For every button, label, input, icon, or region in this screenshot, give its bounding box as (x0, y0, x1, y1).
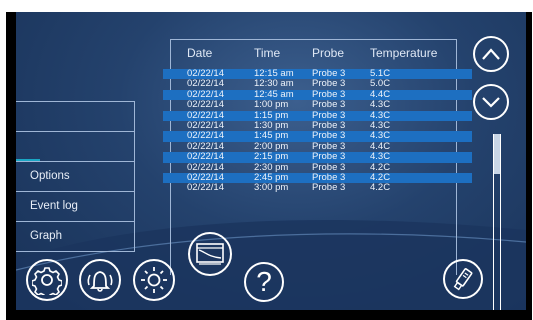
help-icon: ? (256, 266, 272, 297)
cell-probe: Probe 3 (312, 151, 346, 163)
cell-date: 02/22/14 (187, 182, 224, 194)
table-body: 02/22/14 12:15 am Probe 3 5.1C 02/22/14 12:30… (163, 68, 472, 194)
help-button[interactable]: ? (244, 262, 284, 302)
graph-view-button[interactable] (188, 232, 232, 276)
settings-button[interactable] (26, 259, 68, 301)
usb-drive-icon (453, 268, 473, 291)
header-temperature: Temperature (370, 46, 438, 60)
touch-screen: Options Event log Graph Date Time Probe … (16, 12, 526, 310)
cell-time: 2:15 pm (254, 151, 289, 163)
graph-window-icon (196, 243, 224, 265)
cell-temperature: 4.3C (370, 99, 391, 111)
header-date: Date (187, 46, 213, 60)
menu-item-graph[interactable]: Graph (16, 222, 134, 252)
menu-item-options[interactable]: Options (16, 162, 134, 192)
side-menu: Options Event log Graph (16, 101, 135, 252)
cell-temperature: 4.2C (370, 182, 391, 194)
menu-item-blank-2[interactable] (16, 132, 134, 162)
usb-export-button[interactable] (443, 259, 483, 299)
header-probe: Probe (312, 46, 345, 60)
chevron-up-icon (482, 48, 500, 60)
table-row[interactable]: 02/22/14 2:15 pm Probe 3 4.3C (163, 151, 472, 163)
brightness-icon (141, 267, 167, 293)
cell-date: 02/22/14 (187, 99, 224, 111)
cell-time: 3:00 pm (254, 182, 289, 194)
cell-time: 1:00 pm (254, 99, 289, 111)
cell-probe: Probe 3 (312, 99, 346, 111)
menu-item-event-log[interactable]: Event log (16, 192, 134, 222)
menu-item-blank-1[interactable] (16, 102, 134, 132)
table-row[interactable]: 02/22/14 1:00 pm Probe 3 4.3C (171, 99, 456, 111)
alarm-button[interactable] (79, 259, 121, 301)
scroll-up-button[interactable] (473, 36, 509, 72)
scroll-down-button[interactable] (473, 84, 509, 120)
alarm-bell-icon (87, 271, 113, 292)
gear-icon (32, 267, 62, 295)
table-row[interactable]: 02/22/14 3:00 pm Probe 3 4.2C (171, 182, 456, 194)
header-time: Time (254, 46, 281, 60)
chevron-down-icon (482, 97, 500, 108)
table-header: Date Time Probe Temperature (171, 40, 456, 68)
brightness-button[interactable] (133, 259, 175, 301)
cell-temperature: 4.3C (370, 151, 391, 163)
scrollbar-thumb[interactable] (494, 134, 500, 174)
cell-date: 02/22/14 (187, 151, 224, 163)
scrollbar-track[interactable] (493, 134, 501, 310)
cell-probe: Probe 3 (312, 182, 346, 194)
